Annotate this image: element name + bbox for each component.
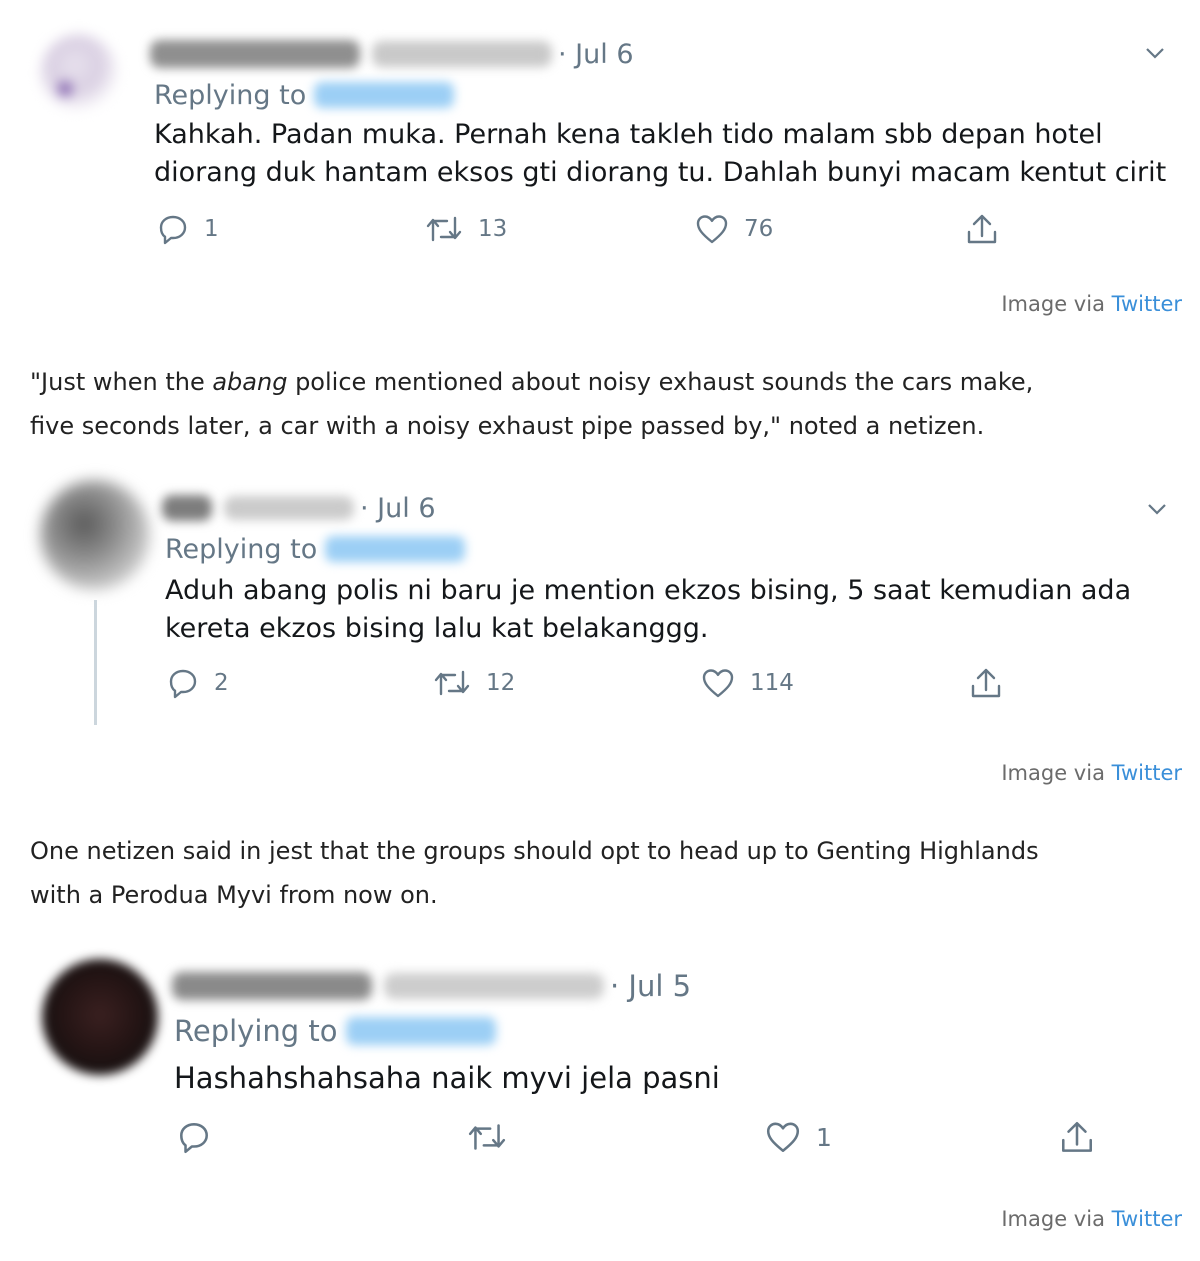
- replying-to: Replying to: [165, 530, 466, 568]
- chevron-down-icon[interactable]: [1146, 498, 1168, 520]
- tweet-text-line: diorang duk hantam eksos gti diorang tu.…: [154, 157, 1167, 188]
- share-icon: [967, 214, 997, 244]
- article-paragraph-1: "Just when the abang police mentioned ab…: [30, 360, 1180, 448]
- display-name-blurred[interactable]: [172, 972, 372, 1000]
- paragraph-line: with a Perodua Myvi from now on.: [30, 881, 438, 909]
- tweet-date[interactable]: · Jul 6: [558, 39, 634, 70]
- share-button[interactable]: [964, 212, 1000, 248]
- quote-start: "Just when the: [30, 368, 213, 396]
- tweet-actions: 1: [0, 1119, 1200, 1159]
- tweet-date[interactable]: · Jul 6: [360, 493, 436, 524]
- like-button[interactable]: 76: [694, 212, 773, 246]
- tweet-text-line: kereta ekzos bising lalu kat belakanggg.: [165, 613, 709, 644]
- retweet-button[interactable]: 12: [432, 666, 515, 700]
- twitter-link[interactable]: Twitter: [1112, 1207, 1182, 1231]
- tweet-1: · Jul 6 Replying to Kahkah. Padan muka. …: [0, 0, 1200, 270]
- quote-continue: police mentioned about noisy exhaust sou…: [287, 368, 1034, 396]
- like-count: 1: [816, 1122, 832, 1152]
- heart-icon: [766, 1122, 800, 1152]
- twitter-link[interactable]: Twitter: [1112, 292, 1182, 316]
- retweet-count: 13: [478, 216, 508, 242]
- image-credit-prefix: Image via: [1001, 292, 1112, 316]
- retweet-icon: [426, 216, 462, 242]
- paragraph-line: five seconds later, a car with a noisy e…: [30, 412, 985, 440]
- share-icon: [971, 668, 1001, 698]
- tweet-header: · Jul 6: [162, 488, 436, 528]
- tweet-header: · Jul 6: [150, 34, 634, 74]
- replying-to: Replying to: [174, 1011, 496, 1051]
- tweet-actions: 1 13 76: [0, 212, 1200, 252]
- tweet-text-line: Hashahshahsaha naik myvi jela pasni: [174, 1061, 720, 1095]
- chevron-down-icon[interactable]: [1144, 42, 1166, 64]
- replying-handle-blurred[interactable]: [314, 82, 455, 108]
- image-credit: Image via Twitter: [1001, 761, 1182, 785]
- tweet-text-line: Aduh abang polis ni baru je mention ekzo…: [165, 575, 1132, 606]
- replying-to: Replying to: [154, 76, 455, 114]
- tweet-text-line: Kahkah. Padan muka. Pernah kena takleh t…: [154, 119, 1103, 150]
- handle-blurred[interactable]: [384, 973, 604, 999]
- avatar[interactable]: [40, 480, 150, 590]
- tweet-text: Aduh abang polis ni baru je mention ekzo…: [165, 572, 1185, 648]
- twitter-link[interactable]: Twitter: [1112, 761, 1182, 785]
- tweet-actions: 2 12 114: [0, 666, 1200, 706]
- reply-button[interactable]: 1: [156, 212, 219, 246]
- replying-to-label: Replying to: [154, 79, 307, 111]
- reply-count: 2: [214, 670, 229, 696]
- retweet-icon: [468, 1124, 506, 1150]
- image-credit: Image via Twitter: [1001, 292, 1182, 316]
- avatar[interactable]: [40, 34, 118, 112]
- image-credit: Image via Twitter: [1001, 1207, 1182, 1231]
- share-button[interactable]: [968, 666, 1004, 702]
- avatar[interactable]: [42, 959, 158, 1075]
- reply-icon: [180, 1123, 208, 1154]
- tweet-text: Kahkah. Padan muka. Pernah kena takleh t…: [154, 116, 1184, 192]
- retweet-icon: [434, 670, 470, 696]
- replying-to-label: Replying to: [174, 1014, 338, 1048]
- thread-line: [94, 600, 97, 725]
- replying-to-label: Replying to: [165, 533, 318, 565]
- heart-icon: [702, 669, 734, 698]
- reply-count: 1: [204, 216, 219, 242]
- reply-button[interactable]: [176, 1119, 226, 1155]
- paragraph-line: One netizen said in jest that the groups…: [30, 837, 1039, 865]
- tweet-date[interactable]: · Jul 5: [610, 969, 691, 1003]
- replying-handle-blurred[interactable]: [345, 1017, 496, 1045]
- article-paragraph-2: One netizen said in jest that the groups…: [30, 829, 1180, 917]
- image-credit-prefix: Image via: [1001, 761, 1112, 785]
- retweet-button[interactable]: 13: [424, 212, 507, 246]
- display-name-blurred[interactable]: [150, 40, 360, 68]
- handle-blurred[interactable]: [372, 41, 552, 67]
- reply-icon: [169, 669, 197, 699]
- display-name-blurred[interactable]: [162, 495, 212, 521]
- share-icon: [1062, 1121, 1092, 1152]
- like-count: 76: [744, 216, 774, 242]
- image-credit-prefix: Image via: [1001, 1207, 1112, 1231]
- tweet-text: Hashahshahsaha naik myvi jela pasni: [174, 1057, 1174, 1099]
- like-button[interactable]: 1: [764, 1119, 832, 1155]
- retweet-count: 12: [486, 670, 516, 696]
- like-count: 114: [750, 670, 794, 696]
- replying-handle-blurred[interactable]: [325, 536, 466, 562]
- emphasis-word: abang: [212, 368, 288, 396]
- heart-icon: [696, 215, 728, 244]
- tweet-2: · Jul 6 Replying to Aduh abang polis ni …: [0, 460, 1200, 730]
- tweet-3: · Jul 5 Replying to Hashahshahsaha naik …: [0, 945, 1200, 1205]
- like-button[interactable]: 114: [700, 666, 794, 700]
- paragraph-line: "Just when the abang police mentioned ab…: [30, 360, 1180, 404]
- share-button[interactable]: [1058, 1119, 1096, 1157]
- reply-button[interactable]: 2: [166, 666, 229, 700]
- reply-icon: [159, 215, 187, 245]
- retweet-button[interactable]: [466, 1119, 522, 1155]
- tweet-header: · Jul 5: [172, 965, 691, 1007]
- handle-blurred[interactable]: [224, 496, 354, 520]
